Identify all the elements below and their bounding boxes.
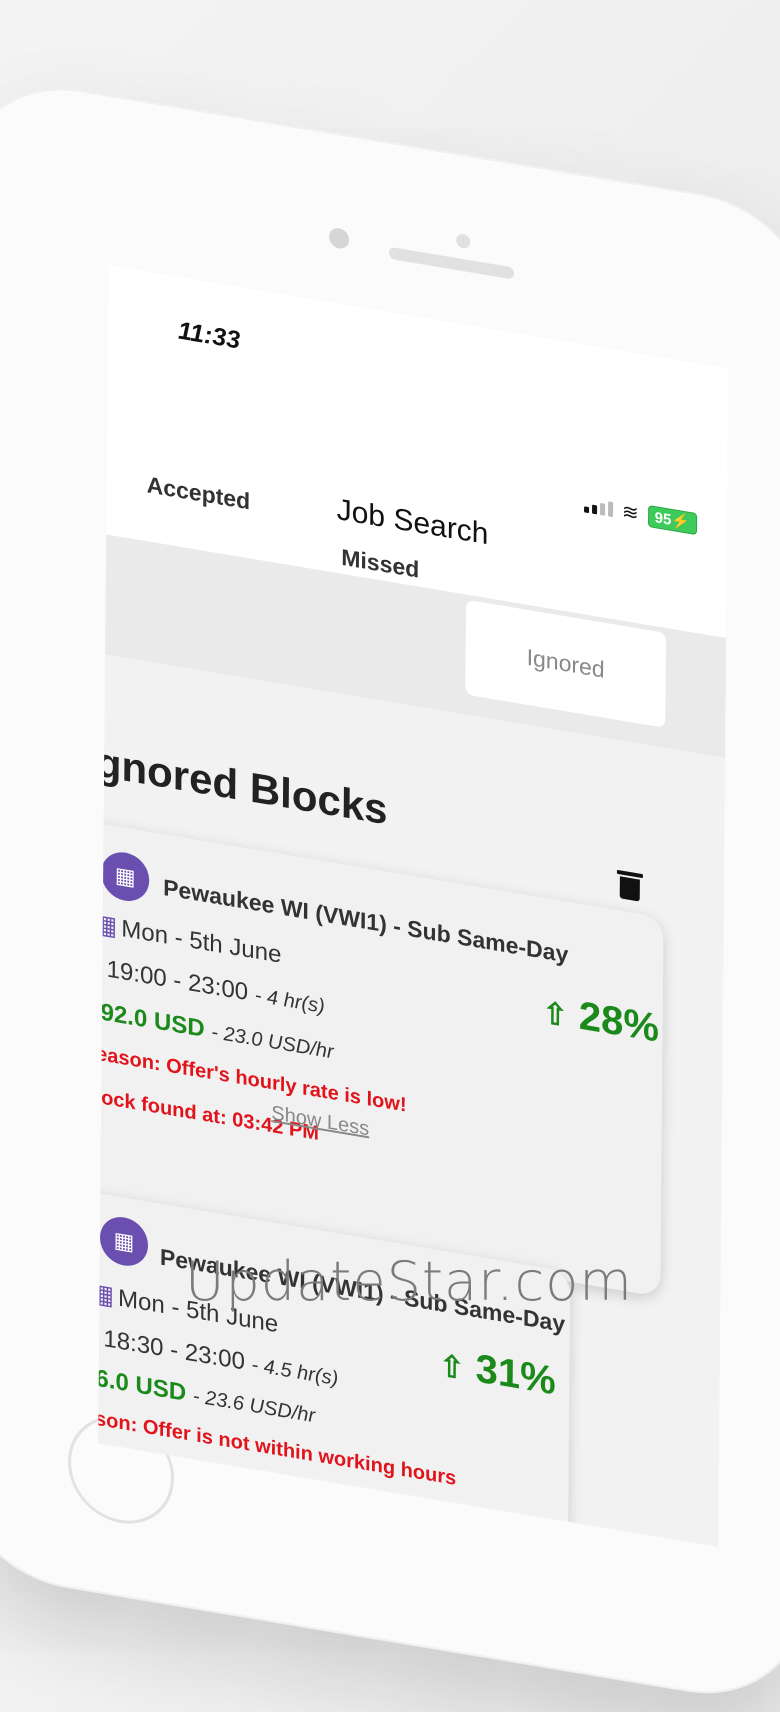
calendar-icon: ▦ (98, 907, 118, 942)
page-title: Job Search (336, 492, 489, 552)
camera (328, 226, 350, 251)
app-screen: 11:33 Job Search ≋ 95⚡ Accepted Missed I… (98, 264, 729, 1547)
phone-frame: 11:33 Job Search ≋ 95⚡ Accepted Missed I… (0, 70, 780, 1712)
speaker (388, 246, 515, 280)
trash-icon[interactable] (616, 869, 643, 902)
block-pay: 92.0 USD (100, 998, 205, 1043)
block-duration: - 4.5 hr(s) (251, 1353, 339, 1391)
stopwatch-icon: ⏱ (98, 1318, 99, 1351)
warehouse-icon: ▦ (100, 848, 150, 905)
watermark-text: UpdateStar.com (185, 1250, 633, 1313)
block-time: 19:00 - 23:00 (106, 955, 249, 1007)
sensor (456, 232, 471, 250)
wifi-icon: ≋ (621, 500, 639, 526)
calendar-icon: ▦ (98, 1276, 115, 1311)
section-heading: Ignored Blocks (98, 735, 388, 834)
block-rate: - 23.6 USD/hr (192, 1384, 316, 1428)
block-duration: - 4 hr(s) (254, 984, 325, 1018)
block-pay: 106.0 USD (98, 1360, 187, 1407)
signal-icon (583, 497, 614, 518)
block-rate: - 23.0 USD/hr (211, 1021, 334, 1064)
status-time: 11:33 (177, 316, 241, 355)
block-time: 18:30 - 23:00 (103, 1325, 245, 1376)
tab-ignored-label: Ignored (526, 643, 605, 683)
stopwatch-icon: ⏱ (98, 948, 103, 982)
up-arrow-icon: ⇧ (542, 996, 568, 1034)
block-percent: ⇧ 31% (439, 1346, 556, 1404)
block-percent: ⇧ 28% (542, 993, 660, 1051)
warehouse-icon: ▦ (99, 1213, 149, 1270)
up-arrow-icon: ⇧ (439, 1349, 465, 1387)
